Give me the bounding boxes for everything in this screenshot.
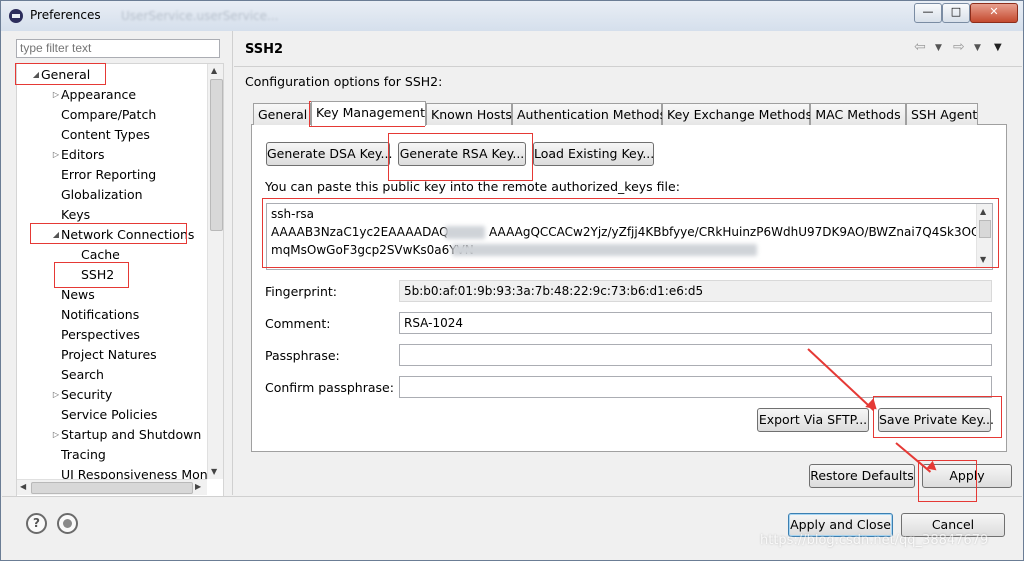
annotation-box-rsa bbox=[388, 133, 533, 181]
tree-item[interactable]: Project Natures bbox=[17, 345, 205, 365]
tree-item[interactable]: Service Policies bbox=[17, 405, 205, 425]
back-menu-icon[interactable]: ▼ bbox=[935, 43, 942, 53]
comment-field[interactable]: RSA-1024 bbox=[399, 312, 992, 334]
paste-hint-label: You can paste this public key into the r… bbox=[265, 179, 680, 194]
minimize-button[interactable]: — bbox=[914, 3, 942, 23]
tree-item[interactable]: Globalization bbox=[17, 185, 205, 205]
tree-item[interactable]: Tracing bbox=[17, 445, 205, 465]
scroll-up-icon[interactable]: ▲ bbox=[211, 66, 217, 75]
pane-divider[interactable] bbox=[232, 31, 233, 495]
tree-item[interactable]: Notifications bbox=[17, 305, 205, 325]
annotation-box-save bbox=[873, 396, 1002, 438]
tree-item[interactable]: ▷ Startup and Shutdown bbox=[17, 425, 205, 445]
tree-horizontal-scrollbar[interactable]: ◀ ▶ bbox=[17, 479, 207, 495]
title-bar: Preferences UserService.userService... —… bbox=[1, 1, 1023, 31]
tree-item-label: Security bbox=[61, 387, 113, 402]
tab-ssh-agent[interactable]: SSH Agent bbox=[906, 103, 978, 125]
maximize-button[interactable]: □ bbox=[942, 3, 970, 23]
expand-icon[interactable]: ▷ bbox=[51, 385, 61, 405]
page-title: SSH2 bbox=[245, 42, 284, 57]
eclipse-icon bbox=[9, 9, 23, 23]
tree-item[interactable]: Keys bbox=[17, 205, 205, 225]
tab-mac-methods[interactable]: MAC Methods bbox=[810, 103, 906, 125]
dialog-content: UI Responsiveness MonitTracing▷Startup a… bbox=[2, 31, 1022, 558]
tree-item[interactable]: News bbox=[17, 285, 205, 305]
annotation-box-ssh2 bbox=[54, 262, 129, 288]
tree-item-label: Startup and Shutdown bbox=[61, 427, 202, 442]
expand-icon[interactable]: ▷ bbox=[51, 85, 61, 105]
tree-vertical-scrollbar[interactable]: ▲ ▼ bbox=[207, 64, 223, 479]
fingerprint-label: Fingerprint: bbox=[265, 284, 338, 299]
tree-item[interactable]: Search bbox=[17, 365, 205, 385]
generate-dsa-key-button[interactable]: Generate DSA Key... bbox=[266, 142, 392, 166]
view-menu-icon[interactable]: ▼ bbox=[994, 42, 1002, 53]
tree-hscroll-thumb[interactable] bbox=[31, 482, 193, 494]
tree-item[interactable]: Content Types bbox=[17, 125, 205, 145]
tree-item-label: Notifications bbox=[61, 307, 140, 322]
scroll-left-icon[interactable]: ◀ bbox=[20, 482, 26, 491]
forward-menu-icon[interactable]: ▼ bbox=[974, 43, 981, 53]
close-button[interactable]: ✕ bbox=[970, 3, 1018, 23]
page-description: Configuration options for SSH2: bbox=[245, 74, 443, 89]
annotation-box-key bbox=[262, 198, 999, 268]
tree-item-label: Globalization bbox=[61, 187, 143, 202]
annotation-box-general bbox=[15, 63, 106, 85]
tree-item-label: Search bbox=[61, 367, 104, 382]
help-icon[interactable]: ? bbox=[26, 513, 47, 534]
tree-item-label: Content Types bbox=[61, 127, 150, 142]
window-title: Preferences bbox=[30, 8, 101, 22]
annotation-box-network bbox=[30, 223, 187, 244]
watermark: https://blog.csdn.net/qq_38847679 bbox=[760, 533, 989, 548]
tab-key-management[interactable]: Key Management bbox=[311, 101, 426, 126]
expand-icon[interactable]: ▷ bbox=[51, 145, 61, 165]
tree-item-label: Error Reporting bbox=[61, 167, 157, 182]
comment-label: Comment: bbox=[265, 316, 331, 331]
load-existing-key-button[interactable]: Load Existing Key... bbox=[533, 142, 654, 166]
record-macro-icon[interactable] bbox=[57, 513, 78, 534]
tree-item[interactable]: Perspectives bbox=[17, 325, 205, 345]
footer-separator bbox=[2, 496, 1022, 497]
record-dot bbox=[63, 519, 72, 528]
tree-item-label: Compare/Patch bbox=[61, 107, 157, 122]
passphrase-field[interactable] bbox=[399, 344, 992, 366]
filter-input[interactable] bbox=[16, 39, 220, 58]
forward-arrow-icon[interactable]: ⇨ bbox=[953, 39, 965, 55]
window-title-blurred: UserService.userService... bbox=[121, 9, 279, 23]
tree-item-label: Appearance bbox=[61, 87, 137, 102]
tab-key-exchange-methods[interactable]: Key Exchange Methods bbox=[662, 103, 812, 125]
preferences-window: Preferences UserService.userService... —… bbox=[0, 0, 1024, 561]
tree-item-label: Keys bbox=[61, 207, 91, 222]
tab-known-hosts[interactable]: Known Hosts bbox=[426, 103, 512, 125]
tree-item-label: Editors bbox=[61, 147, 105, 162]
tree-item[interactable]: Error Reporting bbox=[17, 165, 205, 185]
tree-item[interactable]: ▷ Appearance bbox=[17, 85, 205, 105]
header-separator bbox=[234, 66, 1022, 67]
scroll-right-icon[interactable]: ▶ bbox=[195, 482, 201, 491]
expand-icon[interactable]: ▷ bbox=[51, 425, 61, 445]
restore-defaults-button[interactable]: Restore Defaults bbox=[809, 464, 915, 488]
tree-item-label: Project Natures bbox=[61, 347, 157, 362]
tree-item-label: Service Policies bbox=[61, 407, 158, 422]
scroll-down-icon[interactable]: ▼ bbox=[211, 467, 217, 476]
tree-vscroll-thumb[interactable] bbox=[210, 79, 223, 231]
export-via-sftp-button[interactable]: Export Via SFTP... bbox=[757, 408, 869, 432]
tab-general[interactable]: General bbox=[253, 103, 311, 125]
tree-item[interactable]: ▷ Security bbox=[17, 385, 205, 405]
back-arrow-icon[interactable]: ⇦ bbox=[914, 39, 926, 55]
tree-item-label: Perspectives bbox=[61, 327, 140, 342]
confirm-passphrase-label: Confirm passphrase: bbox=[265, 380, 394, 395]
tree-item[interactable]: Compare/Patch bbox=[17, 105, 205, 125]
tab-authentication-methods[interactable]: Authentication Methods bbox=[512, 103, 666, 125]
tree-item-label: Tracing bbox=[61, 447, 106, 462]
passphrase-label: Passphrase: bbox=[265, 348, 340, 363]
fingerprint-field: 5b:b0:af:01:9b:93:3a:7b:48:22:9c:73:b6:d… bbox=[399, 280, 992, 302]
tree-item-label: News bbox=[61, 287, 95, 302]
confirm-passphrase-field[interactable] bbox=[399, 376, 992, 398]
tree-item[interactable]: ▷ Editors bbox=[17, 145, 205, 165]
